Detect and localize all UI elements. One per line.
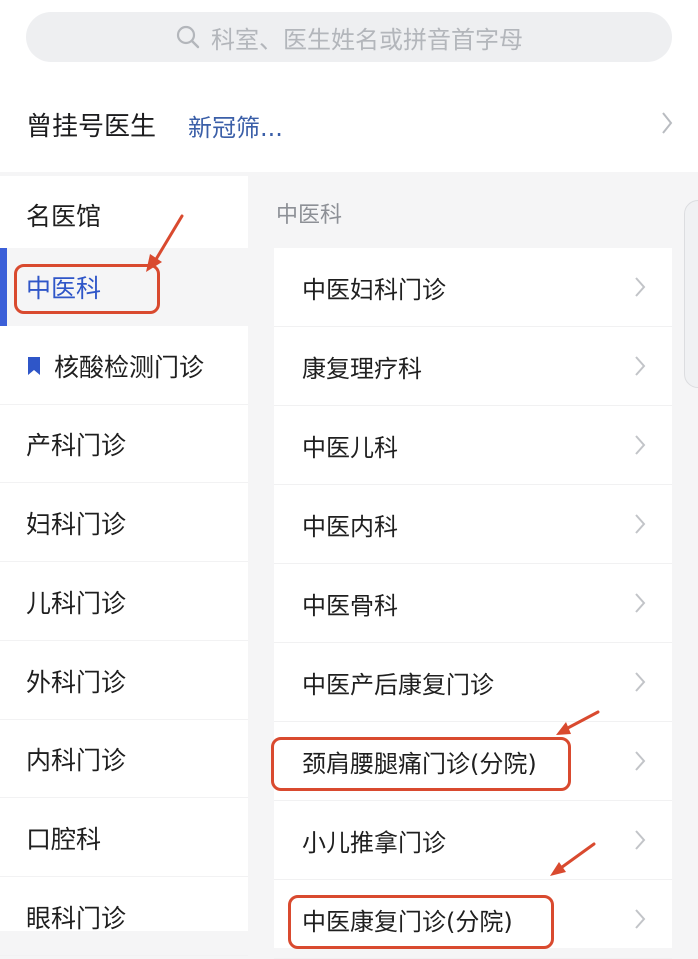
sidebar-item-label: 口腔科 xyxy=(26,824,102,854)
list-item-label: 小儿推拿门诊 xyxy=(302,828,446,857)
department-sidebar: 名医馆 中医科 核酸检测门诊 产科门诊 妇科门诊 儿科门诊 外科门诊 内科门诊 … xyxy=(0,176,248,956)
history-doctors-title: 曾挂号医生 xyxy=(26,112,157,142)
list-item-label: 中医妇科门诊 xyxy=(302,275,446,304)
chevron-right-icon xyxy=(635,277,646,297)
sidebar-item-label: 名医馆 xyxy=(26,201,102,231)
list-item-label: 中医内科 xyxy=(302,512,398,541)
sidebar-item-tcm[interactable]: 中医科 xyxy=(0,248,248,326)
list-item-label: 康复理疗科 xyxy=(302,354,422,383)
sidebar-item-label: 内科门诊 xyxy=(26,745,127,775)
list-item[interactable]: 中医产后康复门诊 xyxy=(274,643,672,722)
section-title: 中医科 xyxy=(276,203,343,228)
list-item-label: 中医产后康复门诊 xyxy=(302,670,494,699)
list-item[interactable]: 中医儿科 xyxy=(274,406,672,485)
sidebar-item-label: 外科门诊 xyxy=(26,667,127,697)
bookmark-icon xyxy=(26,356,42,376)
sidebar-item-surgery[interactable]: 外科门诊 xyxy=(0,642,248,720)
list-item-label: 中医骨科 xyxy=(302,591,398,620)
sidebar-item-pediatrics[interactable]: 儿科门诊 xyxy=(0,563,248,641)
list-item[interactable]: 颈肩腰腿痛门诊(分院) xyxy=(274,722,672,801)
search-icon xyxy=(176,25,200,49)
chevron-right-icon[interactable] xyxy=(660,110,674,136)
list-item[interactable]: 康复理疗科 xyxy=(274,327,672,406)
active-indicator xyxy=(0,248,7,326)
sidebar-item-label: 妇科门诊 xyxy=(26,509,127,539)
chevron-right-icon xyxy=(635,909,646,929)
sidebar-item-obstetrics[interactable]: 产科门诊 xyxy=(0,405,248,483)
sidebar-item-internal-medicine[interactable]: 内科门诊 xyxy=(0,720,248,798)
list-item-label: 中医康复门诊(分院) xyxy=(302,907,513,936)
chevron-right-icon xyxy=(635,356,646,376)
sidebar-item-ophthalmology[interactable]: 眼科门诊 xyxy=(0,878,248,956)
list-item[interactable]: 中医妇科门诊 xyxy=(274,248,672,327)
sidebar-item-gynecology[interactable]: 妇科门诊 xyxy=(0,484,248,562)
chevron-right-icon xyxy=(635,672,646,692)
side-scroll-handle[interactable] xyxy=(684,200,698,388)
list-item[interactable]: 中医骨科 xyxy=(274,564,672,643)
chevron-right-icon xyxy=(635,593,646,613)
sidebar-item-famous-doctors[interactable]: 名医馆 xyxy=(0,176,248,254)
clinic-list: 中医妇科门诊 康复理疗科 中医儿科 中医内科 中医骨科 中医产后康复门诊 颈肩腰… xyxy=(274,248,672,959)
sidebar-item-nucleic-acid-test[interactable]: 核酸检测门诊 xyxy=(0,327,248,405)
list-item-label: 颈肩腰腿痛门诊(分院) xyxy=(302,749,537,778)
sidebar-item-label: 核酸检测门诊 xyxy=(54,352,205,382)
sidebar-item-label: 中医科 xyxy=(26,274,102,303)
sidebar-item-label: 眼科门诊 xyxy=(26,903,127,933)
history-doctor-link[interactable]: 新冠筛... xyxy=(188,108,283,143)
sidebar-item-label: 儿科门诊 xyxy=(26,588,127,618)
list-item-label: 中医儿科 xyxy=(302,433,398,462)
sidebar-item-label: 产科门诊 xyxy=(26,430,127,460)
sidebar-item-dentistry[interactable]: 口腔科 xyxy=(0,799,248,877)
list-item[interactable]: 中医内科 xyxy=(274,485,672,564)
list-item[interactable]: 小儿推拿门诊 xyxy=(274,801,672,880)
search-placeholder: 科室、医生姓名或拼音首字母 xyxy=(211,25,523,54)
search-bar[interactable]: 科室、医生姓名或拼音首字母 xyxy=(26,12,672,62)
chevron-right-icon xyxy=(635,435,646,455)
chevron-right-icon xyxy=(635,514,646,534)
chevron-right-icon xyxy=(635,751,646,771)
list-item[interactable]: 中医康复门诊(分院) xyxy=(274,880,672,959)
chevron-right-icon xyxy=(635,830,646,850)
top-panel: 科室、医生姓名或拼音首字母 曾挂号医生 新冠筛... xyxy=(0,0,698,172)
history-doctors-row[interactable]: 曾挂号医生 新冠筛... xyxy=(0,84,698,164)
